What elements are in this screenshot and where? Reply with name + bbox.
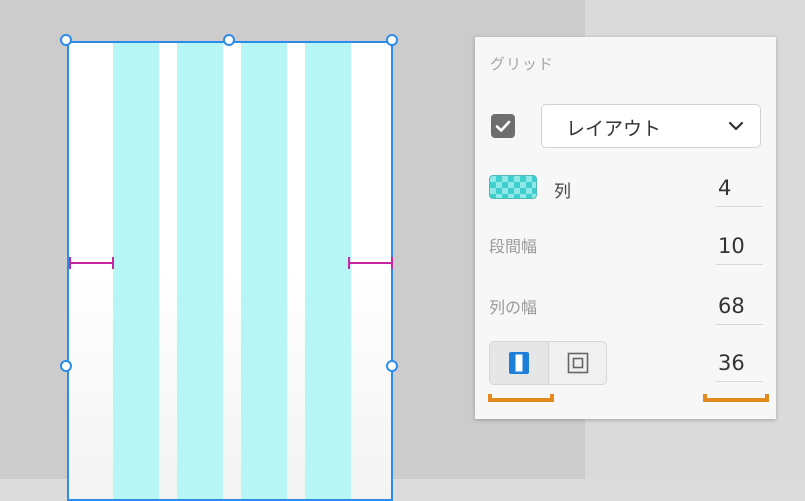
highlight-bracket-margin-value	[703, 394, 769, 402]
columns-label: 列	[554, 182, 571, 202]
grid-color-swatch[interactable]	[489, 175, 537, 199]
resize-handle-top-left[interactable]	[60, 34, 72, 46]
highlight-bracket-margin-toggle	[488, 394, 554, 402]
grid-column	[177, 43, 223, 499]
artboard[interactable]	[67, 41, 393, 501]
panel-title: グリッド	[490, 55, 555, 73]
margin-value: 36	[718, 351, 745, 375]
resize-handle-top-center[interactable]	[223, 34, 235, 46]
linked-margin-icon	[509, 352, 529, 374]
left-margin-indicator	[69, 257, 114, 269]
resize-handle-top-right[interactable]	[386, 34, 398, 46]
grid-type-dropdown[interactable]: レイアウト	[541, 104, 761, 148]
gutter-width-label: 段間幅	[489, 237, 538, 256]
gutter-width-input[interactable]: 10	[716, 230, 763, 265]
resize-handle-middle-right[interactable]	[386, 360, 398, 372]
margin-input[interactable]: 36	[716, 347, 763, 382]
grid-enabled-checkbox[interactable]	[491, 114, 515, 138]
right-margin-indicator	[348, 257, 393, 269]
different-margins-button[interactable]	[549, 342, 606, 384]
column-width-input[interactable]: 68	[716, 290, 763, 325]
column-width-value: 68	[718, 294, 745, 318]
resize-handle-middle-left[interactable]	[60, 360, 72, 372]
grid-column	[113, 43, 159, 499]
linked-margins-button[interactable]	[490, 342, 549, 384]
grid-type-value: レイアウト	[566, 118, 662, 140]
chevron-down-icon	[728, 121, 744, 131]
columns-value: 4	[718, 176, 732, 200]
grid-column	[241, 43, 287, 499]
margin-mode-toggle	[489, 341, 607, 385]
columns-input[interactable]: 4	[716, 172, 763, 207]
grid-settings-panel: グリッド レイアウト 列 4 段間幅 10 列の幅 68 36	[475, 37, 776, 419]
checkmark-icon	[495, 120, 511, 132]
different-margin-icon	[567, 352, 589, 374]
grid-column	[305, 43, 351, 499]
column-width-label: 列の幅	[489, 298, 538, 317]
gutter-width-value: 10	[718, 234, 745, 258]
